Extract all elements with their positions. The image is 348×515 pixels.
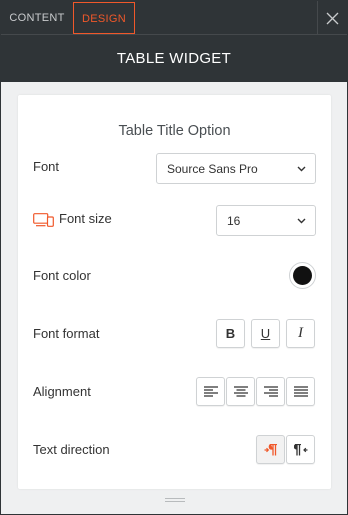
bold-icon: B (225, 326, 236, 341)
font-color-picker[interactable] (289, 262, 316, 289)
font-size-label: Font size (59, 211, 112, 226)
font-size-value: 16 (227, 213, 241, 228)
direction-ltr-button[interactable] (256, 435, 285, 464)
section-title: Table Title Option (118, 123, 231, 139)
responsive-devices-icon[interactable] (33, 213, 54, 227)
close-button[interactable] (317, 1, 347, 35)
alignment-label: Alignment (33, 384, 91, 399)
rtl-direction-icon (293, 443, 307, 455)
italic-button[interactable]: I (286, 319, 315, 348)
bold-button[interactable]: B (216, 319, 245, 348)
align-left-icon (203, 386, 218, 397)
settings-card: Table Title Option Font Source Sans Pro … (18, 95, 331, 489)
font-color-swatch (293, 266, 312, 285)
italic-icon: I (298, 325, 303, 341)
tab-content[interactable]: CONTENT (1, 2, 73, 34)
widget-settings-panel: CONTENT DESIGN TABLE WIDGET Table Title … (0, 0, 348, 515)
tab-design[interactable]: DESIGN (73, 2, 135, 34)
align-left-button[interactable] (196, 377, 225, 406)
font-label: Font (33, 159, 60, 174)
align-right-button[interactable] (256, 377, 285, 406)
font-select-value: Source Sans Pro (167, 161, 258, 176)
close-icon (326, 12, 339, 24)
ltr-direction-icon (264, 443, 277, 455)
underline-button[interactable]: U (251, 319, 280, 348)
align-justify-icon (293, 386, 308, 397)
resize-handle[interactable] (165, 498, 185, 505)
align-right-icon (263, 386, 278, 397)
font-color-label: Font color (33, 268, 91, 283)
font-select[interactable]: Source Sans Pro (156, 153, 316, 184)
chevron-down-icon (297, 166, 306, 171)
font-format-label: Font format (33, 326, 100, 341)
font-size-select[interactable]: 16 (216, 205, 316, 236)
underline-icon: U (260, 326, 271, 341)
chevron-down-icon (297, 218, 306, 223)
align-center-button[interactable] (226, 377, 255, 406)
panel-title: TABLE WIDGET (1, 35, 347, 82)
align-justify-button[interactable] (286, 377, 315, 406)
text-direction-label: Text direction (33, 442, 110, 457)
align-center-icon (233, 386, 248, 397)
tab-bar: CONTENT DESIGN (1, 1, 347, 35)
direction-rtl-button[interactable] (286, 435, 315, 464)
